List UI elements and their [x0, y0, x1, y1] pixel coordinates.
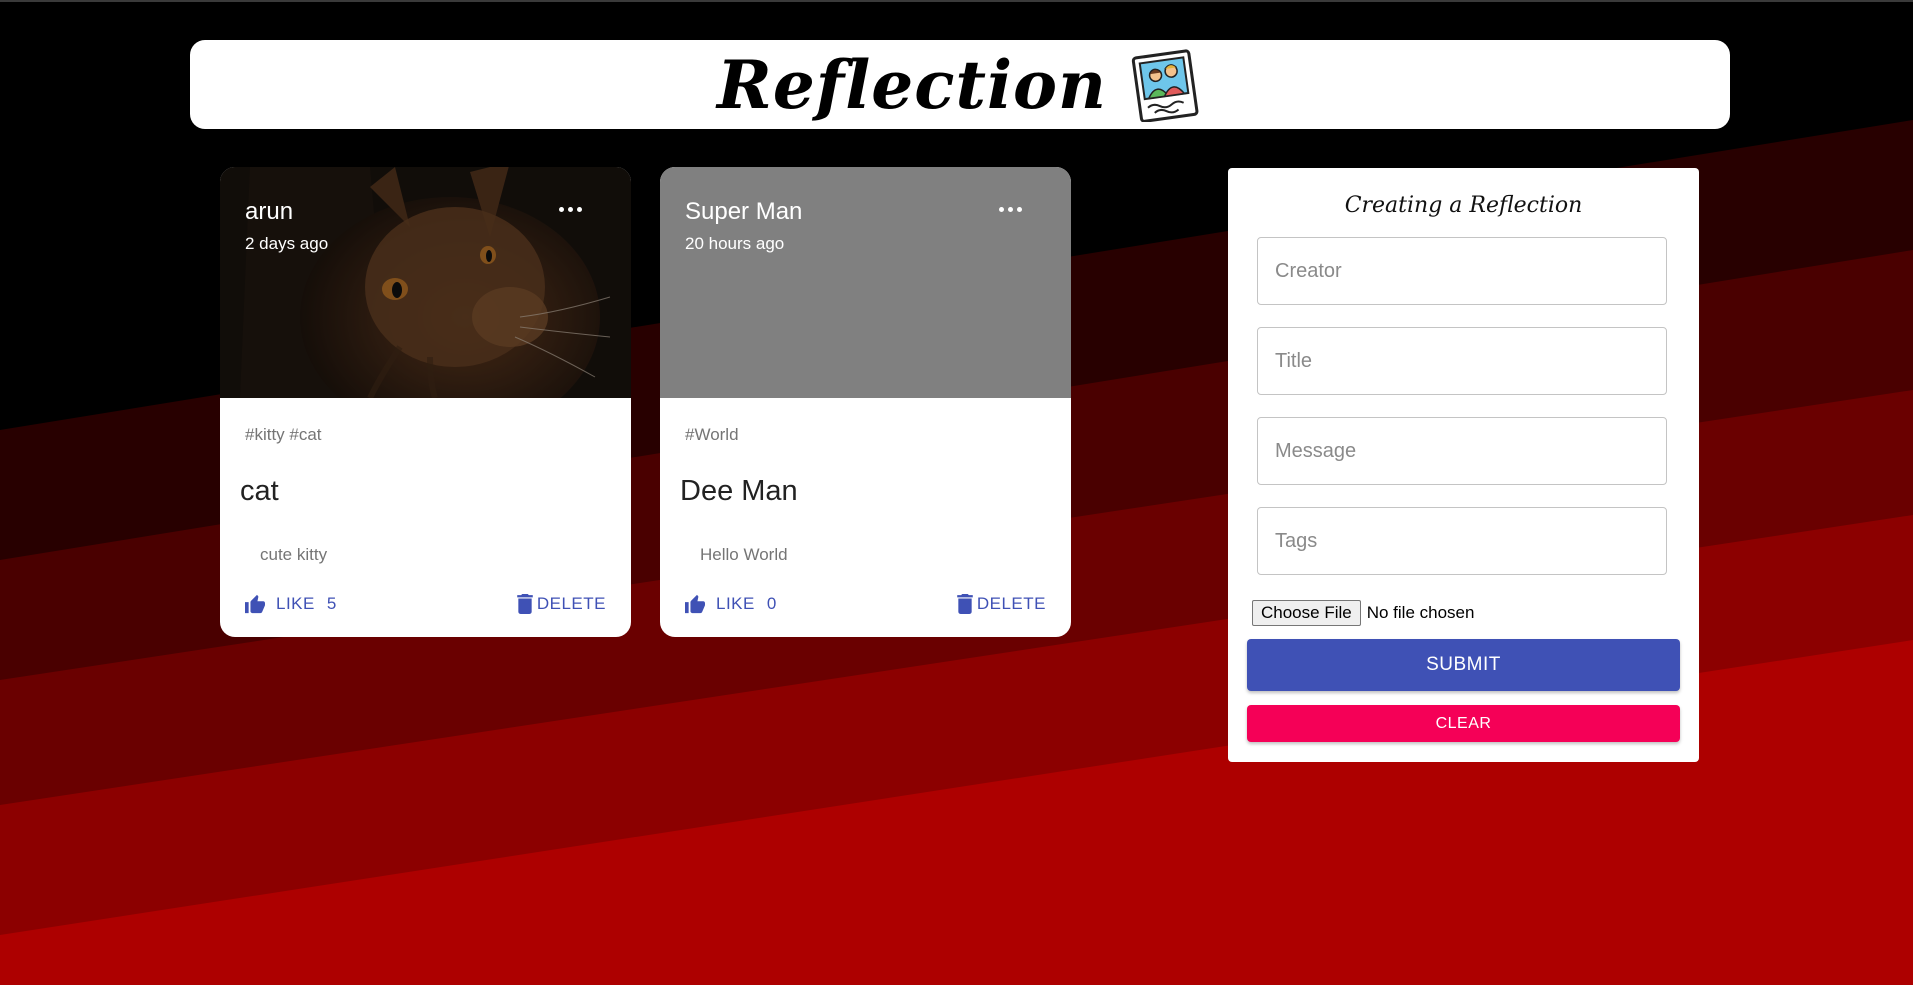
like-label: LIKE: [276, 594, 315, 613]
message-field: [1257, 417, 1667, 485]
trash-icon: [517, 594, 533, 614]
like-label: LIKE: [716, 594, 755, 613]
delete-label: DELETE: [976, 594, 1046, 613]
app-bar: Reflection: [190, 40, 1730, 129]
post-creator: Super Man: [685, 198, 803, 225]
like-count: 0: [766, 594, 777, 613]
creator-input[interactable]: [1258, 238, 1666, 304]
post-tags: #World: [685, 425, 739, 444]
submit-button[interactable]: SUBMIT: [1247, 639, 1680, 691]
more-options-icon[interactable]: [555, 199, 585, 219]
file-picker: Choose File No file chosen: [1252, 600, 1474, 626]
title-field: [1257, 327, 1667, 395]
window-top-edge: [0, 0, 1913, 2]
tags-field: [1257, 507, 1667, 575]
post-title: Dee Man: [680, 475, 798, 507]
delete-label: DELETE: [536, 594, 606, 613]
message-input[interactable]: [1258, 418, 1666, 484]
clear-button[interactable]: CLEAR: [1247, 705, 1680, 742]
create-form-panel: Creating a Reflection Choose File No fil…: [1228, 168, 1699, 762]
post-tags: #kitty #cat: [245, 425, 322, 444]
post-card: Super Man 20 hours ago #World Dee Man He…: [660, 167, 1071, 637]
post-message: Hello World: [700, 545, 788, 564]
trash-icon: [957, 594, 973, 614]
like-count: 5: [326, 594, 337, 613]
more-options-icon[interactable]: [995, 199, 1025, 219]
like-button[interactable]: LIKE 5: [244, 594, 337, 614]
polaroid-photo-icon: [1131, 48, 1199, 122]
creator-field: [1257, 237, 1667, 305]
post-creator: arun: [245, 198, 294, 225]
post-time: 20 hours ago: [685, 234, 785, 253]
title-input[interactable]: [1258, 328, 1666, 394]
tags-input[interactable]: [1258, 508, 1666, 574]
form-title: Creating a Reflection: [1344, 193, 1583, 218]
post-message: cute kitty: [260, 545, 328, 564]
post-time: 2 days ago: [245, 234, 329, 253]
thumb-up-icon: [685, 594, 705, 614]
thumb-up-icon: [245, 594, 265, 614]
delete-button[interactable]: DELETE: [957, 594, 1046, 614]
app-title: Reflection: [716, 45, 1108, 124]
like-button[interactable]: LIKE 0: [684, 594, 777, 614]
file-status: No file chosen: [1366, 603, 1475, 622]
post-title: cat: [240, 475, 279, 507]
choose-file-button[interactable]: Choose File: [1252, 600, 1361, 626]
delete-button[interactable]: DELETE: [517, 594, 606, 614]
post-card: arun 2 days ago #kitty #cat cat cute kit…: [220, 167, 631, 637]
